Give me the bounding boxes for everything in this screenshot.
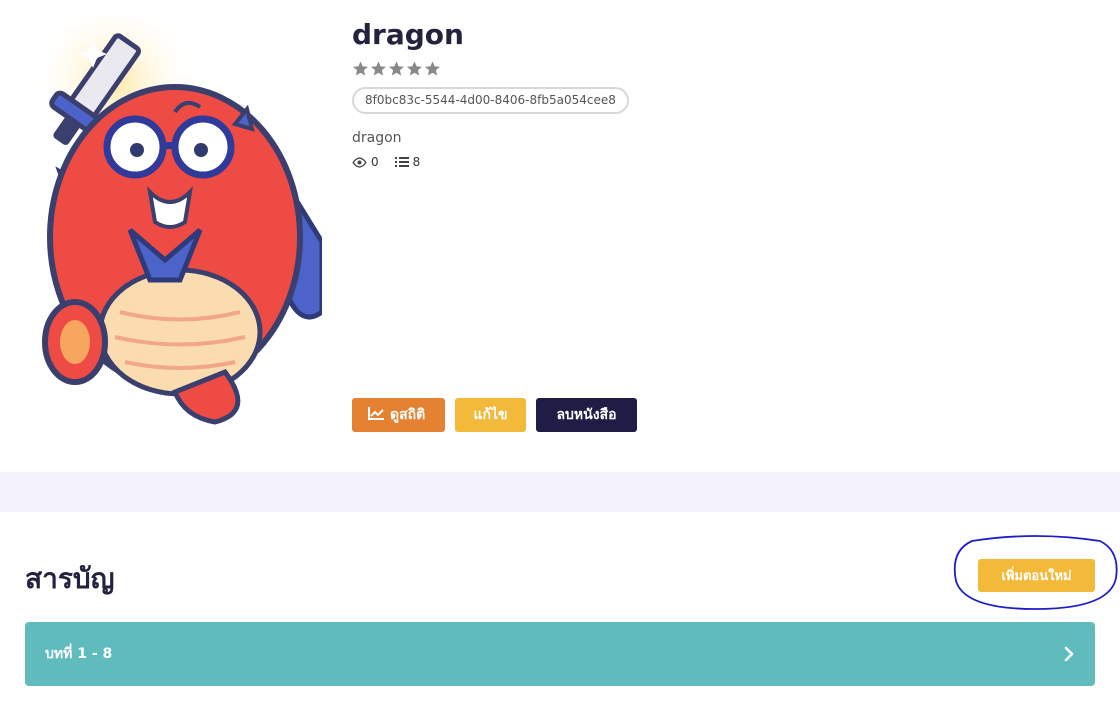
chevron-right-icon (1063, 646, 1075, 662)
section-divider (0, 472, 1120, 512)
chapters-value: 8 (412, 155, 421, 169)
book-actions: ดูสถิติ แก้ไข ลบหนังสือ (352, 398, 637, 432)
eye-icon (352, 156, 367, 168)
book-header: dragon 8f0bc83c-5544-4d00-8406-8fb5a054c… (0, 0, 1120, 472)
book-stats: 0 8 (352, 155, 1092, 169)
book-info: dragon 8f0bc83c-5544-4d00-8406-8fb5a054c… (352, 18, 1092, 169)
book-cover-image (25, 12, 322, 432)
line-chart-icon (368, 406, 384, 424)
add-episode-button[interactable]: เพิ่มตอนใหม่ (978, 559, 1095, 592)
star-icon (424, 60, 441, 77)
star-icon (388, 60, 405, 77)
delete-book-button[interactable]: ลบหนังสือ (536, 398, 637, 432)
chapter-group-label: บทที่ 1 - 8 (45, 646, 113, 662)
edit-book-button[interactable]: แก้ไข (455, 398, 526, 432)
chapter-group-row[interactable]: บทที่ 1 - 8 (25, 622, 1095, 686)
star-icon (406, 60, 423, 77)
list-icon (394, 156, 409, 168)
view-stats-label: ดูสถิติ (390, 407, 426, 423)
chapters-count: 8 (394, 155, 421, 169)
views-value: 0 (371, 155, 379, 169)
toc-title: สารบัญ (25, 562, 115, 595)
star-icon (370, 60, 387, 77)
book-description: dragon (352, 130, 402, 146)
rating-stars (352, 60, 1092, 77)
view-stats-button[interactable]: ดูสถิติ (352, 398, 445, 432)
views-count: 0 (352, 155, 379, 169)
star-icon (352, 60, 369, 77)
book-id-badge: 8f0bc83c-5544-4d00-8406-8fb5a054cee8 (352, 87, 629, 114)
book-title: dragon (352, 18, 464, 51)
